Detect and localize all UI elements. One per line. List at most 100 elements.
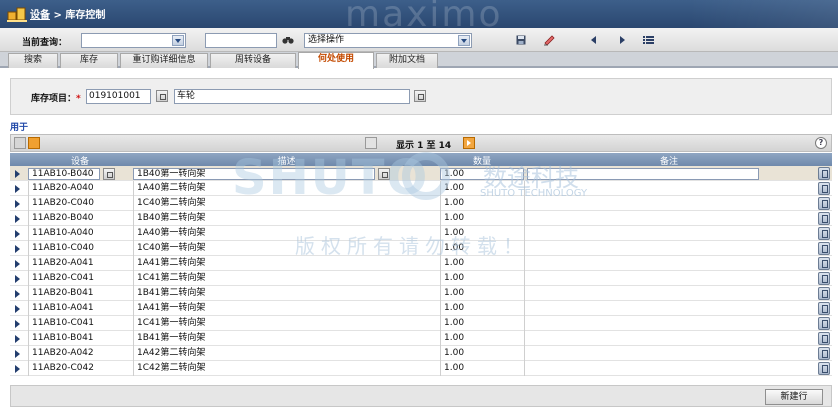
query-select[interactable]: [81, 33, 186, 48]
app-header: 设备 > 库存控制 maximo: [0, 0, 838, 35]
search-input[interactable]: [205, 33, 277, 48]
inventory-app-icon: [7, 7, 27, 22]
binoculars-icon[interactable]: [282, 35, 294, 45]
delete-row-icon[interactable]: [818, 347, 830, 360]
description-cell: 1C41第二转向架: [133, 271, 440, 286]
asset-cell: 11AB10-B041: [28, 331, 133, 346]
item-number-field[interactable]: 019101001: [86, 89, 151, 104]
asset-cell: 11AB10-C041: [28, 316, 133, 331]
action-select[interactable]: 选择操作: [304, 33, 472, 48]
clear-changes-icon[interactable]: [543, 34, 556, 46]
toolbar: 当前查询： 选择操作: [0, 28, 838, 52]
tab-attachments[interactable]: 附加文档: [376, 53, 438, 68]
row-expand-icon[interactable]: [15, 260, 20, 268]
delete-row-icon[interactable]: [818, 317, 830, 330]
row-expand-icon[interactable]: [15, 335, 20, 343]
breadcrumb-link-equipment[interactable]: 设备: [30, 10, 50, 21]
row-expand-icon[interactable]: [15, 275, 20, 283]
asset-cell: 11AB20-C041: [28, 271, 133, 286]
item-header-section: 库存项目：* 019101001 车轮: [10, 78, 832, 115]
description-cell: 1A41第一转向架: [133, 301, 440, 316]
delete-row-icon[interactable]: [818, 167, 830, 180]
previous-page-icon[interactable]: [365, 137, 377, 149]
remarks-cell: [524, 286, 814, 301]
asset-cell: 11AB20-C042: [28, 361, 133, 376]
next-record-icon[interactable]: [618, 36, 626, 44]
table-row[interactable]: 11AB20-A042 1A42第二转向架 1.00: [10, 346, 832, 361]
table-footer: 新建行: [10, 385, 832, 407]
delete-row-icon[interactable]: [818, 302, 830, 315]
row-expand-icon[interactable]: [15, 245, 20, 253]
remarks-cell: [524, 361, 814, 376]
delete-row-icon[interactable]: [818, 197, 830, 210]
delete-row-icon[interactable]: [818, 257, 830, 270]
new-row-button[interactable]: 新建行: [765, 389, 823, 405]
asset-cell: 11AB20-A040: [28, 181, 133, 196]
quantity-cell: 1.00: [440, 316, 524, 331]
chevron-down-icon[interactable]: [172, 35, 184, 46]
remarks-cell: [524, 346, 814, 361]
table-row[interactable]: 11AB10-C041 1C41第一转向架 1.00: [10, 316, 832, 331]
item-label: 库存项目：*: [31, 94, 81, 104]
watermark-copyright: 版权所有请勿转载！: [295, 234, 529, 258]
delete-row-icon[interactable]: [818, 362, 830, 375]
row-expand-icon[interactable]: [15, 185, 20, 193]
row-expand-icon[interactable]: [15, 305, 20, 313]
table-row[interactable]: 11AB20-B040 1B40第二转向架 1.00: [10, 211, 832, 226]
asset-menu-icon[interactable]: [103, 168, 115, 180]
row-expand-icon[interactable]: [15, 290, 20, 298]
delete-row-icon[interactable]: [818, 182, 830, 195]
row-expand-icon[interactable]: [15, 200, 20, 208]
next-page-icon[interactable]: [463, 137, 475, 149]
asset-cell: 11AB10-A041: [28, 301, 133, 316]
chevron-down-icon[interactable]: [458, 35, 470, 46]
tab-inventory[interactable]: 库存: [60, 53, 118, 68]
table-row[interactable]: 11AB20-C042 1C42第二转向架 1.00: [10, 361, 832, 376]
tab-where-used[interactable]: 何处使用: [298, 52, 374, 69]
delete-row-icon[interactable]: [818, 287, 830, 300]
row-expand-icon[interactable]: [15, 350, 20, 358]
row-expand-icon[interactable]: [15, 170, 20, 178]
tab-rotating-assets[interactable]: 周转设备: [210, 53, 296, 68]
item-description-field[interactable]: 车轮: [174, 89, 410, 104]
delete-row-icon[interactable]: [818, 227, 830, 240]
delete-row-icon[interactable]: [818, 212, 830, 225]
tab-search[interactable]: 搜索: [8, 53, 58, 68]
row-expand-icon[interactable]: [15, 215, 20, 223]
delete-row-icon[interactable]: [818, 272, 830, 285]
asset-cell: 11AB20-A042: [28, 346, 133, 361]
table-row[interactable]: 11AB20-B041 1B41第二转向架 1.00: [10, 286, 832, 301]
watermark-company-en: SHUTO TECHNOLOGY: [480, 188, 588, 199]
asset-field[interactable]: 11AB10-B040: [28, 168, 100, 180]
quantity-cell: 1.00: [440, 346, 524, 361]
table-row[interactable]: 11AB20-C041 1C41第二转向架 1.00: [10, 271, 832, 286]
asset-cell: 11AB20-B041: [28, 286, 133, 301]
help-icon[interactable]: ?: [815, 137, 827, 149]
remarks-cell: [524, 211, 814, 226]
description-cell: 1B40第二转向架: [133, 211, 440, 226]
table-row[interactable]: 11AB10-B041 1B41第一转向架 1.00: [10, 331, 832, 346]
description-cell: 1A42第二转向架: [133, 346, 440, 361]
filter-icon[interactable]: [14, 137, 26, 149]
row-expand-icon[interactable]: [15, 365, 20, 373]
description-cell: 1C41第一转向架: [133, 316, 440, 331]
quantity-cell: 1.00: [440, 361, 524, 376]
description-cell: 1C42第二转向架: [133, 361, 440, 376]
table-row[interactable]: 11AB10-A041 1A41第一转向架 1.00: [10, 301, 832, 316]
delete-row-icon[interactable]: [818, 242, 830, 255]
quantity-cell: 1.00: [440, 211, 524, 226]
breadcrumb: 设备 > 库存控制: [30, 10, 106, 21]
row-expand-icon[interactable]: [15, 230, 20, 238]
tab-reorder-details[interactable]: 重订购详细信息: [120, 53, 208, 68]
save-icon[interactable]: [516, 35, 526, 45]
item-detail-menu-icon[interactable]: [156, 90, 168, 102]
download-icon[interactable]: [28, 137, 40, 149]
previous-record-icon[interactable]: [590, 36, 598, 44]
quantity-cell: 1.00: [440, 301, 524, 316]
long-description-icon[interactable]: [414, 90, 426, 102]
list-icon[interactable]: [643, 35, 654, 45]
row-expand-icon[interactable]: [15, 320, 20, 328]
quantity-cell: 1.00: [440, 271, 524, 286]
delete-row-icon[interactable]: [818, 332, 830, 345]
remarks-cell: [524, 271, 814, 286]
